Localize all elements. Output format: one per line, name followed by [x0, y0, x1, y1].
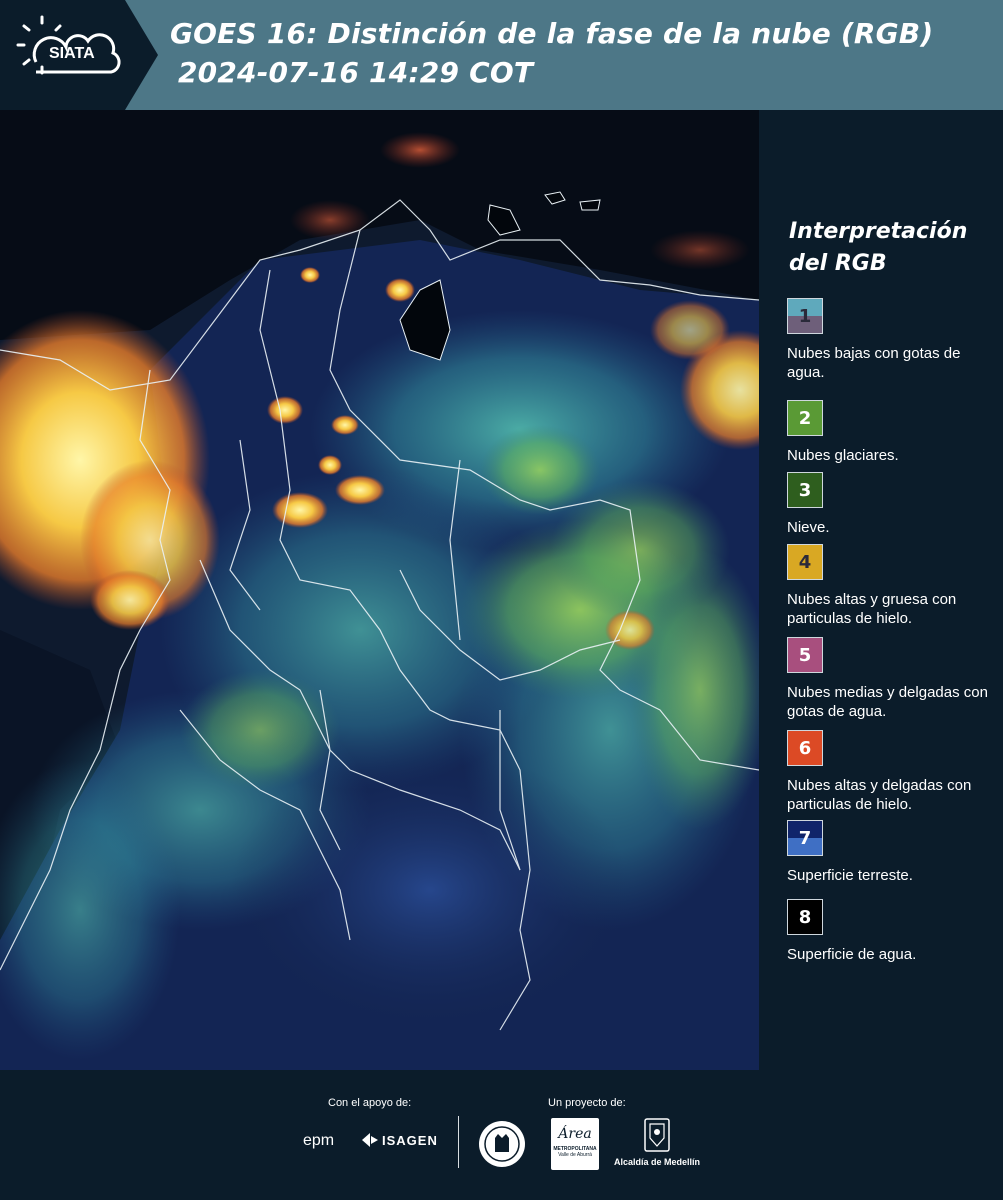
legend-swatch-number: 6 — [798, 737, 812, 759]
legend-item-label: Nubes medias y delgadas con gotas de agu… — [787, 684, 988, 720]
epm-logo-text: epm — [303, 1132, 335, 1149]
legend-title: Interpretación del RGB — [789, 219, 968, 276]
legend-item: 6 Nubes altas y delgadas con particulas d… — [787, 730, 999, 814]
header-bar: SIATA GOES 16: Distinción de la fase de … — [0, 0, 1003, 110]
page-timestamp: 2024-07-16 14:29 COT — [178, 56, 534, 89]
legend-item: 4 Nubes altas y gruesa con particulas de … — [787, 544, 999, 628]
legend-panel: Interpretación del RGB 1 Nubes bajas con … — [759, 110, 1003, 1070]
siata-logo-text: SIATA — [49, 45, 95, 62]
isagen-logo: ISAGEN — [360, 1131, 438, 1149]
legend-swatch: 2 — [787, 400, 823, 436]
epm-logo: epm — [303, 1130, 334, 1150]
legend-swatch: 5 — [787, 637, 823, 673]
legend-swatch: 4 — [787, 544, 823, 580]
project-label: Un proyecto de: — [548, 1097, 626, 1109]
alcaldia-logo-text: Alcaldía de Medellín — [613, 1157, 701, 1167]
area-metropolitana-logo: Área METROPOLITANA Valle de Aburrá — [551, 1118, 599, 1170]
satellite-map — [0, 110, 759, 1070]
legend-item: 1 Nubes bajas con gotas de agua. — [787, 298, 999, 382]
footer-bar: Con el apoyo de: Un proyecto de: epm ISA… — [0, 1070, 1003, 1200]
legend-swatch: 7 — [787, 820, 823, 856]
legend-item: 2 Nubes glaciares. — [787, 400, 999, 465]
support-label: Con el apoyo de: — [328, 1097, 412, 1109]
medellin-shield-icon — [644, 1118, 670, 1152]
legend-item-label: Nubes glaciares. — [787, 447, 899, 464]
footer-divider — [458, 1116, 459, 1168]
legend-item-label: Nubes altas y gruesa con particulas de h… — [787, 591, 957, 627]
legend-swatch-number: 1 — [798, 305, 812, 327]
siata-logo-tab: SIATA — [0, 0, 158, 110]
legend-item-label: Nubes altas y delgadas con particulas de… — [787, 777, 972, 813]
isagen-mark-icon — [362, 1133, 378, 1147]
legend-swatch-number: 5 — [798, 644, 812, 666]
legend-swatch-number: 3 — [798, 479, 812, 501]
rgb-satellite-image — [0, 110, 759, 1070]
legend-item: 8 Superficie de agua. — [787, 899, 999, 964]
legend-item-label: Nieve. — [787, 519, 830, 536]
legend-swatch: 8 — [787, 899, 823, 935]
legend-item: 5 Nubes medias y delgadas con gotas de ag… — [787, 637, 999, 721]
legend-swatch-number: 8 — [798, 906, 812, 928]
legend-swatch: 6 — [787, 730, 823, 766]
area-logo-subtitle: Valle de Aburrá — [558, 1152, 592, 1158]
legend-item-label: Superficie terreste. — [787, 867, 913, 884]
legend-swatch-number: 7 — [798, 827, 812, 849]
legend-item-label: Superficie de agua. — [787, 946, 917, 963]
legend-item: 7 Superficie terreste. — [787, 820, 999, 885]
legend-swatch: 3 — [787, 472, 823, 508]
legend-item: 3 Nieve. — [787, 472, 999, 537]
page-title: GOES 16: Distinción de la fase de la nub… — [170, 17, 934, 50]
legend-swatch-number: 2 — [798, 407, 812, 429]
legend-swatch-number: 4 — [798, 551, 812, 573]
legend-swatch: 1 — [787, 298, 823, 334]
area-logo-script: Área — [558, 1126, 592, 1142]
university-seal-logo — [478, 1120, 526, 1172]
legend-item-label: Nubes bajas con gotas de agua. — [787, 345, 961, 381]
alcaldia-medellin-logo: Alcaldía de Medellín — [612, 1118, 702, 1167]
isagen-logo-text: ISAGEN — [382, 1132, 438, 1148]
